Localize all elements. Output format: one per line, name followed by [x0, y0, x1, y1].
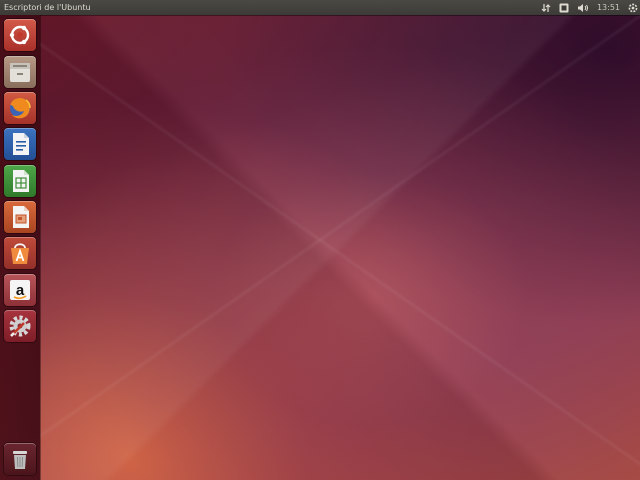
files-icon [4, 56, 36, 88]
launcher-item-files[interactable] [4, 56, 36, 88]
desktop-wallpaper[interactable] [0, 0, 640, 480]
wallpaper-ridge [0, 0, 640, 480]
volume-icon[interactable] [577, 0, 589, 15]
amazon-icon: a [4, 274, 36, 306]
libreoffice-calc-icon [4, 165, 36, 197]
launcher: a [0, 15, 40, 480]
launcher-item-amazon[interactable]: a [4, 274, 36, 306]
system-settings-icon [4, 310, 36, 342]
network-icon[interactable] [541, 0, 551, 15]
launcher-item-firefox[interactable] [4, 92, 36, 124]
launcher-item-system-settings[interactable] [4, 310, 36, 342]
keyboard-layout-icon[interactable] [559, 0, 569, 15]
libreoffice-impress-icon [4, 201, 36, 233]
ubuntu-software-center-icon [4, 237, 36, 269]
launcher-item-dash-home[interactable] [4, 19, 36, 51]
svg-text:a: a [16, 282, 25, 299]
launcher-item-software-center[interactable] [4, 237, 36, 269]
libreoffice-writer-icon [4, 128, 36, 160]
top-panel: Escriptori de l'Ubuntu 13:51 [0, 0, 640, 15]
firefox-icon [4, 92, 36, 124]
trash-icon [4, 443, 36, 475]
dash-home-icon [4, 19, 36, 51]
clock[interactable]: 13:51 [597, 0, 620, 15]
launcher-item-calc[interactable] [4, 165, 36, 197]
window-title: Escriptori de l'Ubuntu [4, 3, 91, 12]
indicator-area: 13:51 [533, 0, 638, 15]
launcher-item-impress[interactable] [4, 201, 36, 233]
session-gear-icon[interactable] [628, 0, 638, 15]
launcher-item-trash[interactable] [4, 443, 36, 475]
launcher-item-writer[interactable] [4, 128, 36, 160]
